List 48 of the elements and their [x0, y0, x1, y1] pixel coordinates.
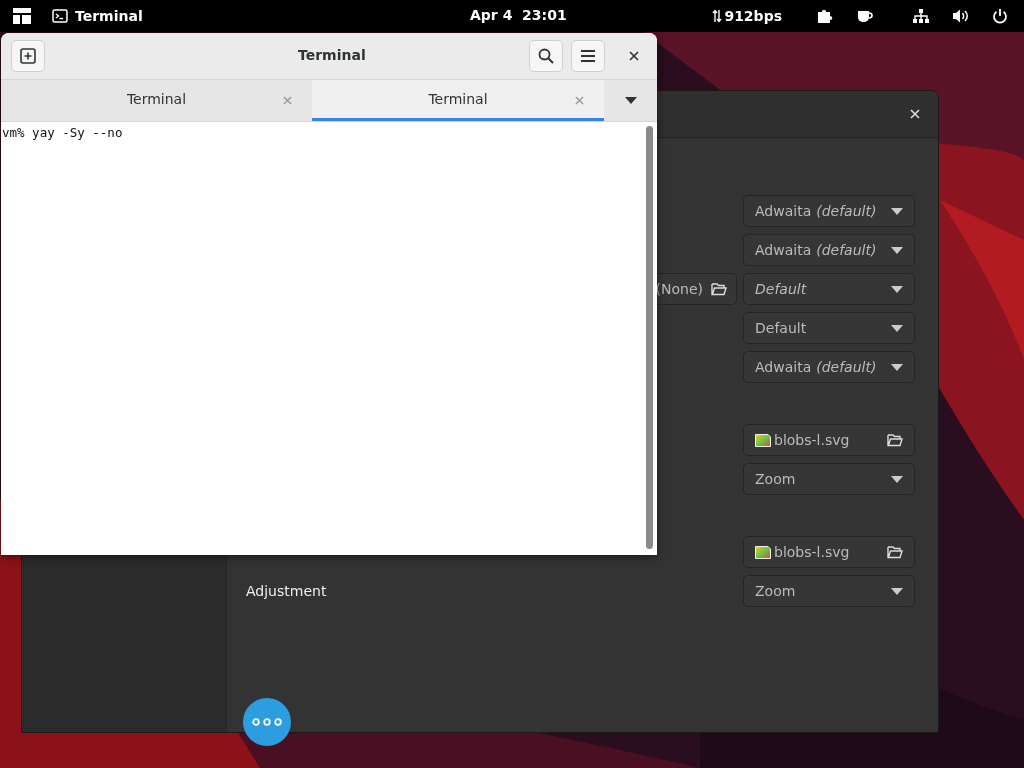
dropdown[interactable]: Default [743, 312, 915, 344]
caret-icon [891, 246, 903, 254]
network-speed[interactable]: 912bps [712, 8, 782, 24]
caret-icon[interactable] [624, 97, 637, 104]
terminal-line: vm% yay -Sy --no [2, 125, 124, 140]
up-down-arrows-icon [712, 9, 723, 23]
setting-label: Adjustment [246, 583, 327, 599]
folder-icon [711, 282, 727, 296]
file-chooser-button[interactable]: (None) [654, 273, 737, 305]
dropdown[interactable]: Adwaita (default) [743, 351, 915, 383]
volume-icon[interactable] [952, 8, 970, 24]
scrollbar[interactable] [646, 126, 653, 549]
dropdown[interactable]: Adwaita (default) [743, 234, 915, 266]
activities-icon[interactable] [12, 7, 32, 25]
file-chooser-button[interactable]: blobs-l.svg [743, 536, 915, 568]
tab[interactable]: Terminal [1, 80, 312, 121]
caret-icon [891, 475, 903, 483]
close-icon[interactable] [629, 51, 639, 61]
window-title: Terminal [298, 47, 366, 63]
image-file-icon [755, 433, 771, 447]
caret-icon [891, 363, 903, 371]
cup-icon[interactable] [856, 8, 874, 24]
menu-icon [580, 49, 596, 63]
app-menu[interactable]: Terminal [52, 8, 143, 24]
more-icon [252, 718, 282, 726]
dropdown[interactable]: Zoom [743, 463, 915, 495]
caret-icon [891, 285, 903, 293]
plus-box-icon [20, 48, 36, 64]
dropdown[interactable]: Zoom [743, 575, 915, 607]
folder-icon [887, 545, 903, 559]
new-tab-button[interactable] [11, 40, 45, 72]
folder-icon [887, 433, 903, 447]
dropdown[interactable]: Adwaita (default) [743, 195, 915, 227]
caret-icon [891, 207, 903, 215]
menu-button[interactable] [571, 40, 605, 72]
power-icon[interactable] [992, 8, 1008, 24]
tab[interactable]: Terminal [312, 80, 604, 121]
puzzle-icon[interactable] [816, 7, 834, 25]
caret-icon [891, 587, 903, 595]
caret-icon [891, 324, 903, 332]
search-icon [538, 48, 554, 64]
network-icon[interactable] [912, 8, 930, 24]
search-button[interactable] [529, 40, 563, 72]
dropdown[interactable]: Default [743, 273, 915, 305]
image-file-icon [755, 545, 771, 559]
clock[interactable]: Apr 4 23:01 [470, 7, 567, 23]
terminal-icon [52, 9, 68, 23]
file-chooser-button[interactable]: blobs-l.svg [743, 424, 915, 456]
